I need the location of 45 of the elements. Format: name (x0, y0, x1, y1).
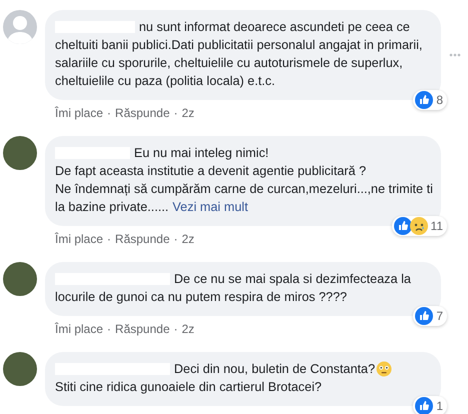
like-icon (415, 397, 434, 414)
see-more-link[interactable]: Vezi mai mult (172, 198, 248, 216)
separator-dot: · (174, 232, 178, 246)
reaction-count: 1 (436, 398, 443, 414)
comment-time[interactable]: 2z (182, 106, 194, 120)
avatar-photo-placeholder[interactable] (3, 136, 37, 170)
comment-text: De fapt aceasta institutie a devenit agentie publicitară ? (55, 163, 366, 180)
comment-action-link[interactable]: Îmi place (55, 106, 104, 120)
comment-text: locurile de gunoi ca nu putem respira de miros ???? (55, 289, 347, 306)
reaction-count: 7 (436, 308, 443, 325)
reaction-count: 11 (430, 218, 443, 235)
reactions-pill[interactable]: 8 (413, 90, 447, 110)
comment-text: Ne îndemnați să cumpărăm carne de curcan,mezeluri...,ne trimite ti (55, 181, 433, 198)
comment-text: Stiti cine ridica gunoaiele din cartierul Brotacei? (55, 379, 322, 396)
comment-text: Deci din nou, buletin de Constanta? (174, 361, 376, 378)
separator-dot: · (107, 232, 112, 246)
separator-dot: · (107, 322, 112, 336)
comment-action-link[interactable]: Îmi place (55, 232, 104, 246)
comment-text: Eu nu mai inteleg nimic! (134, 145, 269, 162)
separator-dot: · (174, 322, 178, 336)
sad-face-icon (410, 217, 428, 235)
separator-dot: · (174, 106, 178, 120)
comment-time[interactable]: 2z (182, 322, 194, 336)
reactions-pill[interactable]: 1 (413, 396, 447, 414)
comment-text: cheltuielile cu paza (politia locala) e.t.c. (55, 73, 276, 90)
like-icon (394, 217, 412, 235)
like-icon (415, 307, 434, 325)
comment-text: De ce nu se mai spala si dezimfecteaza la (174, 271, 411, 288)
comment-text: salariile cu sporurile, cheltuielile cu autoturismele de superlux, (55, 55, 403, 72)
comment-action-link[interactable]: Răspunde (115, 232, 170, 246)
comment-action-link[interactable]: Îmi place (55, 322, 104, 336)
comment-text: cheltuiti banii publici.Dati publicitatii personalul angajat in primarii, (55, 37, 422, 54)
avatar-photo-placeholder[interactable] (3, 262, 37, 296)
comment-text: la bazine private...... (55, 199, 169, 216)
comment-text: nu sunt informat deoarece ascundeti pe ceea ce (139, 19, 410, 36)
separator-dot: · (107, 106, 112, 120)
like-icon (415, 91, 434, 109)
avatar-photo-placeholder[interactable] (3, 352, 37, 386)
reactions-pill[interactable]: 11 (392, 216, 447, 236)
comment-action-link[interactable]: Răspunde (115, 106, 170, 120)
reactions-pill[interactable]: 7 (413, 306, 447, 326)
emoji-icon (376, 361, 392, 377)
reaction-count: 8 (436, 92, 443, 109)
comment-time[interactable]: 2z (182, 232, 194, 246)
comment-action-link[interactable]: Răspunde (115, 322, 170, 336)
